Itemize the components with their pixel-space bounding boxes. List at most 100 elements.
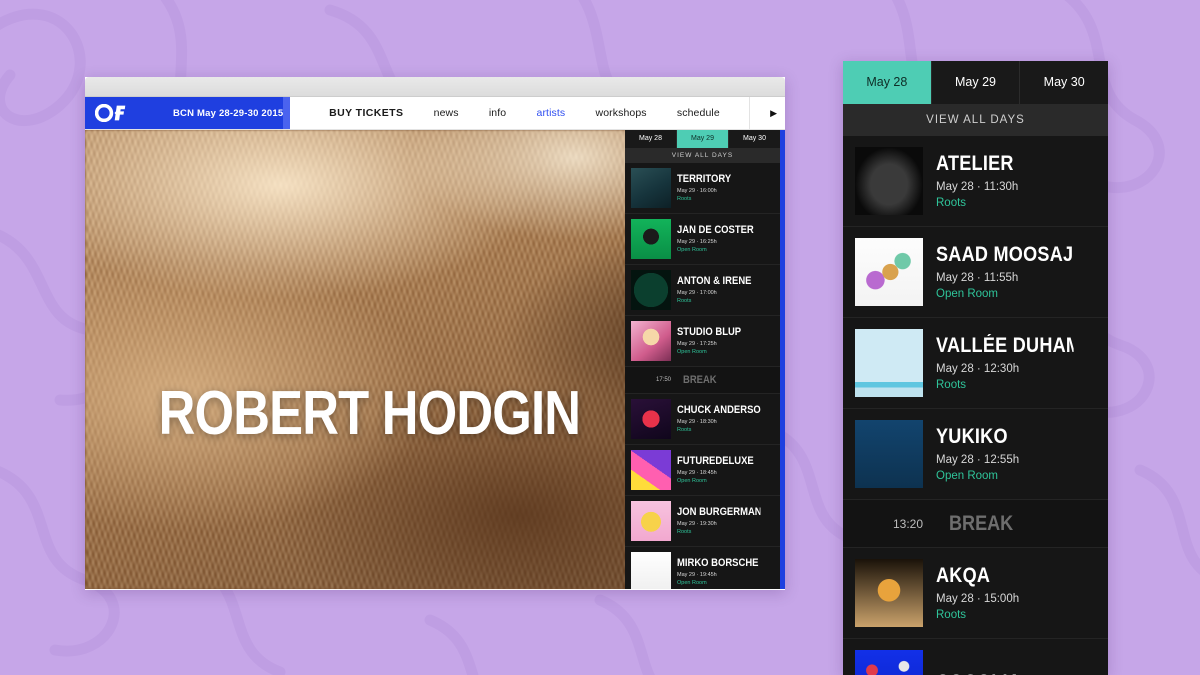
nav-link-info[interactable]: info — [489, 107, 506, 119]
saad-moosajee-thumb — [855, 238, 923, 306]
schedule-artist-info: CHUCK ANDERSON May 29 · 18:30h Roots — [677, 404, 774, 434]
schedule-artist-venue: Roots — [677, 298, 692, 304]
site-navigation-bar: BCN May 28-29-30 2015 BUY TICKETS news i… — [85, 97, 785, 130]
schedule-artist-name: JON BURGERMAN — [677, 506, 761, 518]
schedule-artist-venue: Open Room — [677, 349, 707, 355]
tab-may-30[interactable]: May 30 — [1020, 61, 1109, 104]
browser-chrome-bar — [85, 77, 785, 97]
atelier-thumb — [855, 147, 923, 215]
studio-blup-thumb — [631, 321, 671, 361]
schedule-artist-datetime: May 29 · 19:45h — [677, 572, 717, 578]
jan-de-coster-thumb — [631, 219, 671, 259]
tab-may-28[interactable]: May 28 — [843, 61, 932, 104]
schedule-artist-name: STUDIO BLUP — [677, 326, 742, 338]
schedule-artist-name: JAN DE COSTER — [677, 224, 754, 236]
nav-link-artists[interactable]: artists — [537, 107, 566, 119]
nav-link-news[interactable]: news — [434, 107, 459, 119]
schedule-artist-name: COCOLIA — [936, 671, 1074, 675]
schedule-artist-info: SAAD MOOSAJEE May 28 · 11:55h Open Room — [936, 243, 1096, 302]
inner-schedule-list[interactable]: TERRITORY May 29 · 16:00h Roots JAN DE COST… — [625, 163, 780, 589]
schedule-artist-datetime: May 28 · 12:55h — [936, 453, 1020, 466]
cocolia-thumb — [855, 650, 923, 675]
schedule-artist-row[interactable]: SAAD MOOSAJEE May 28 · 11:55h Open Room — [843, 227, 1108, 318]
schedule-artist-venue: Roots — [936, 196, 967, 209]
schedule-artist-row[interactable]: ATELIER May 28 · 11:30h Roots — [843, 136, 1108, 227]
mirko-borsche-thumb — [631, 552, 671, 589]
schedule-artist-info: STUDIO BLUP May 29 · 17:25h Open Room — [677, 326, 774, 356]
hero-section: ROBERT HODGIN May 28 May 29 May 30 VIEW … — [85, 130, 785, 589]
inner-tab-may-28[interactable]: May 28 — [625, 130, 677, 148]
schedule-artist-info: YUKIKO May 28 · 12:55h Open Room — [936, 425, 1096, 484]
break-time: 13:20 — [892, 516, 923, 531]
schedule-artist-datetime: May 28 · 15:00h — [936, 592, 1020, 605]
schedule-artist-name: TERRITORY — [677, 173, 732, 185]
tab-may-29[interactable]: May 29 — [931, 61, 1021, 104]
schedule-artist-row[interactable]: CHUCK ANDERSON May 29 · 18:30h Roots — [625, 394, 780, 445]
schedule-artist-row[interactable]: FUTUREDELUXE May 29 · 18:45h Open Room — [625, 445, 780, 496]
schedule-break-row[interactable]: 17:50 BREAK — [625, 367, 780, 394]
inner-schedule-tabs: May 28 May 29 May 30 — [625, 130, 780, 148]
break-label: BREAK — [949, 511, 1014, 535]
schedule-artist-row[interactable]: VALLÉE DUHAMEL May 28 · 12:30h Roots — [843, 318, 1108, 409]
schedule-artist-venue: Roots — [936, 608, 967, 621]
schedule-artist-info: JAN DE COSTER May 29 · 16:25h Open Room — [677, 224, 774, 254]
schedule-artist-datetime: May 29 · 16:00h — [677, 188, 717, 194]
schedule-break-row[interactable]: 13:20 BREAK — [843, 500, 1108, 548]
schedule-artist-datetime: May 29 · 18:30h — [677, 419, 717, 425]
inner-tab-may-30[interactable]: May 30 — [729, 130, 780, 148]
schedule-artist-row[interactable]: COCOLIA — [843, 639, 1108, 675]
schedule-artist-datetime: May 29 · 17:00h — [677, 290, 717, 296]
break-label: BREAK — [683, 374, 717, 386]
nav-link-schedule[interactable]: schedule — [677, 107, 720, 119]
nav-link-workshops[interactable]: workshops — [596, 107, 647, 119]
inner-schedule-panel: May 28 May 29 May 30 VIEW ALL DAYS TERRI… — [625, 130, 785, 589]
brand-date-label: BCN May 28-29-30 2015 — [173, 107, 284, 119]
browser-window: BCN May 28-29-30 2015 BUY TICKETS news i… — [85, 77, 785, 590]
vallee-duhamel-thumb — [855, 329, 923, 397]
schedule-artist-venue: Roots — [936, 378, 967, 391]
inner-tab-may-29[interactable]: May 29 — [677, 130, 729, 148]
territory-thumb — [631, 168, 671, 208]
schedule-artist-name: ATELIER — [936, 151, 1014, 175]
schedule-artist-row[interactable]: ANTON & IRENE May 29 · 17:00h Roots — [625, 265, 780, 316]
schedule-artist-row[interactable]: AKQA May 28 · 15:00h Roots — [843, 548, 1108, 639]
schedule-artist-datetime: May 28 · 11:55h — [936, 271, 1019, 284]
schedule-artist-name: FUTUREDELUXE — [677, 455, 754, 467]
schedule-artist-name: CHUCK ANDERSON — [677, 404, 761, 416]
schedule-artist-name: SAAD MOOSAJEE — [936, 242, 1074, 266]
akqa-thumb — [855, 559, 923, 627]
schedule-artist-row[interactable]: YUKIKO May 28 · 12:55h Open Room — [843, 409, 1108, 500]
schedule-artist-name: VALLÉE DUHAMEL — [936, 333, 1074, 357]
schedule-artist-row[interactable]: STUDIO BLUP May 29 · 17:25h Open Room — [625, 316, 780, 367]
schedule-artist-venue: Open Room — [677, 247, 707, 253]
schedule-artist-venue: Open Room — [936, 469, 999, 482]
offf-logo-icon — [95, 104, 129, 122]
schedule-artist-row[interactable]: MIRKO BORSCHE May 29 · 19:45h Open Room — [625, 547, 780, 589]
schedule-artist-info: TERRITORY May 29 · 16:00h Roots — [677, 173, 774, 203]
anton-irene-thumb — [631, 270, 671, 310]
chuck-anderson-thumb — [631, 399, 671, 439]
schedule-artist-name: AKQA — [936, 563, 991, 587]
inner-view-all-days-button[interactable]: VIEW ALL DAYS — [625, 148, 780, 163]
view-all-days-button[interactable]: VIEW ALL DAYS — [843, 104, 1108, 136]
nav-link-buy-tickets[interactable]: BUY TICKETS — [329, 107, 403, 119]
yukiko-thumb — [855, 420, 923, 488]
schedule-artist-info: JON BURGERMAN May 29 · 19:30h Roots — [677, 506, 774, 536]
schedule-list[interactable]: ATELIER May 28 · 11:30h Roots SAAD MOOSAJEE… — [843, 136, 1108, 675]
schedule-artist-row[interactable]: JON BURGERMAN May 29 · 19:30h Roots — [625, 496, 780, 547]
schedule-artist-venue: Roots — [677, 529, 692, 535]
schedule-artist-venue: Roots — [677, 427, 692, 433]
schedule-artist-info: ATELIER May 28 · 11:30h Roots — [936, 152, 1096, 211]
schedule-artist-datetime: May 28 · 12:30h — [936, 362, 1020, 375]
schedule-artist-venue: Open Room — [677, 478, 707, 484]
nav-links: BUY TICKETS news info artists workshops … — [290, 97, 749, 129]
schedule-artist-row[interactable]: TERRITORY May 29 · 16:00h Roots — [625, 163, 780, 214]
schedule-artist-info: AKQA May 28 · 15:00h Roots — [936, 564, 1096, 623]
schedule-artist-datetime: May 29 · 18:45h — [677, 470, 717, 476]
nav-more-arrow-icon[interactable]: ▶ — [749, 97, 785, 129]
schedule-artist-name: YUKIKO — [936, 424, 1008, 448]
schedule-artist-datetime: May 29 · 17:25h — [677, 341, 717, 347]
schedule-artist-venue: Roots — [677, 196, 692, 202]
schedule-artist-row[interactable]: JAN DE COSTER May 29 · 16:25h Open Room — [625, 214, 780, 265]
brand-block[interactable]: BCN May 28-29-30 2015 — [85, 97, 290, 129]
